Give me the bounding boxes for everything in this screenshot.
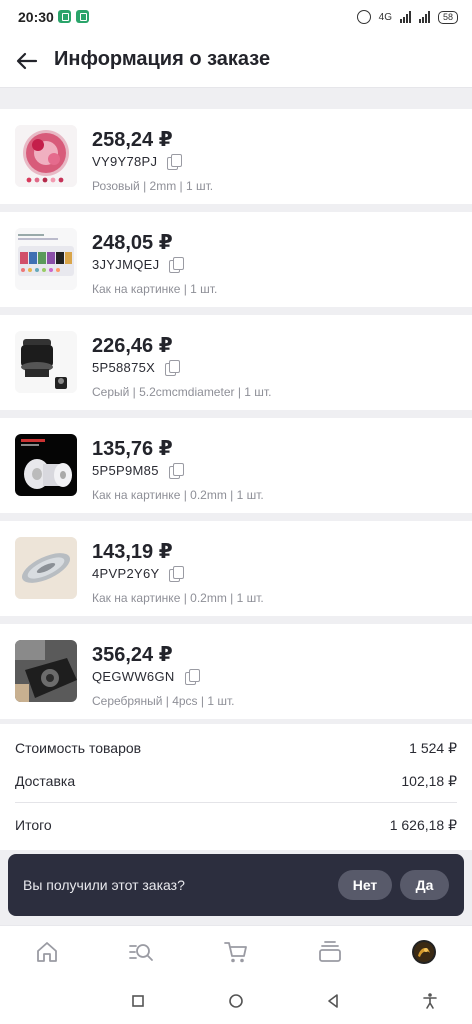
total-value: 1 626,18 ₽: [389, 817, 457, 833]
no-button[interactable]: Нет: [338, 870, 392, 900]
product-image-thermos-cap: [15, 331, 77, 393]
order-item[interactable]: 143,19 ₽ 4PVP2Y6Y Как на картинке | 0.2m…: [0, 521, 472, 616]
home-circle-icon[interactable]: [227, 992, 245, 1010]
order-item[interactable]: 356,24 ₽ QEGWW6GN Серебряный | 4pcs | 1 …: [0, 624, 472, 719]
status-bar: 20:30 4G 58: [0, 0, 472, 34]
delivery-value: 102,18 ₽: [401, 773, 457, 789]
delivery-label: Доставка: [15, 773, 76, 789]
accessibility-icon[interactable]: [421, 992, 439, 1010]
recent-apps-icon[interactable]: [129, 992, 147, 1010]
system-navigation: [0, 979, 472, 1024]
delivery-row: Доставка 102,18 ₽: [15, 773, 457, 790]
item-price: 356,24 ₽: [92, 644, 173, 666]
item-code: 4PVP2Y6Y: [92, 566, 160, 581]
profile-avatar[interactable]: [411, 939, 437, 965]
order-received-prompt: Вы получили этот заказ? Нет Да: [8, 854, 464, 916]
item-variant: Как на картинке | 0.2mm | 1 шт.: [92, 591, 264, 605]
item-code: 5P5P9M85: [92, 463, 159, 478]
item-code: 3JYJMQEJ: [92, 257, 160, 272]
product-image-beads-pink: [15, 125, 77, 187]
total-row: Итого 1 626,18 ₽: [15, 817, 457, 834]
item-price: 258,24 ₽: [92, 129, 173, 151]
order-summary: Стоимость товаров 1 524 ₽ Доставка 102,1…: [0, 724, 472, 850]
copy-icon[interactable]: [167, 154, 183, 170]
item-price: 135,76 ₽: [92, 438, 173, 460]
order-item[interactable]: 226,46 ₽ 5P58875X Серый | 5.2cmcmdiamete…: [0, 315, 472, 410]
item-variant: Как на картинке | 1 шт.: [92, 282, 218, 296]
goods-cost-value: 1 524 ₽: [409, 740, 457, 756]
alarm-icon: [356, 10, 371, 24]
back-arrow-icon[interactable]: [14, 48, 40, 74]
status-time: 20:30: [18, 9, 54, 25]
goods-cost-row: Стоимость товаров 1 524 ₽: [15, 740, 457, 757]
product-image-stove-liner: [15, 640, 77, 702]
item-variant: Серый | 5.2cmcmdiameter | 1 шт.: [92, 385, 272, 399]
yes-button[interactable]: Да: [400, 870, 449, 900]
item-variant: Серебряный | 4pcs | 1 шт.: [92, 694, 235, 708]
app-header: Информация о заказе: [0, 34, 472, 88]
notification-app-icon: [58, 10, 71, 23]
order-item[interactable]: 248,05 ₽ 3JYJMQEJ Как на картинке | 1 шт…: [0, 212, 472, 307]
signal-icon: [399, 11, 411, 23]
back-triangle-icon[interactable]: [324, 992, 342, 1010]
total-label: Итого: [15, 817, 52, 833]
copy-icon[interactable]: [168, 463, 184, 479]
notification-app-icon: [76, 10, 89, 23]
item-code: 5P58875X: [92, 360, 156, 375]
signal-icon: [418, 11, 430, 23]
copy-icon[interactable]: [169, 566, 185, 582]
item-price: 226,46 ₽: [92, 335, 173, 357]
home-icon[interactable]: [34, 939, 60, 965]
item-price: 143,19 ₽: [92, 541, 173, 563]
cart-icon[interactable]: [223, 939, 249, 965]
orders-icon[interactable]: [317, 939, 343, 965]
divider: [15, 802, 457, 803]
order-item[interactable]: 135,76 ₽ 5P5P9M85 Как на картинке | 0.2m…: [0, 418, 472, 513]
battery-indicator: 58: [437, 10, 458, 24]
item-variant: Как на картинке | 0.2mm | 1 шт.: [92, 488, 264, 502]
page-title: Информация о заказе: [54, 48, 271, 70]
copy-icon[interactable]: [165, 360, 181, 376]
item-code: VY9Y78PJ: [92, 154, 158, 169]
network-label: 4G: [378, 11, 392, 23]
goods-cost-label: Стоимость товаров: [15, 740, 142, 756]
bottom-navigation: [0, 925, 472, 979]
copy-icon[interactable]: [169, 257, 185, 273]
product-image-beads-box: [15, 228, 77, 290]
copy-icon[interactable]: [184, 669, 200, 685]
item-variant: Розовый | 2mm | 1 шт.: [92, 179, 214, 193]
received-question: Вы получили этот заказ?: [23, 877, 185, 893]
product-image-wire-spool: [15, 537, 77, 599]
search-catalog-icon[interactable]: [128, 939, 154, 965]
item-price: 248,05 ₽: [92, 232, 173, 254]
item-code: QEGWW6GN: [92, 669, 175, 684]
order-item[interactable]: 258,24 ₽ VY9Y78PJ Розовый | 2mm | 1 шт.: [0, 109, 472, 204]
product-image-thread-spool: [15, 434, 77, 496]
